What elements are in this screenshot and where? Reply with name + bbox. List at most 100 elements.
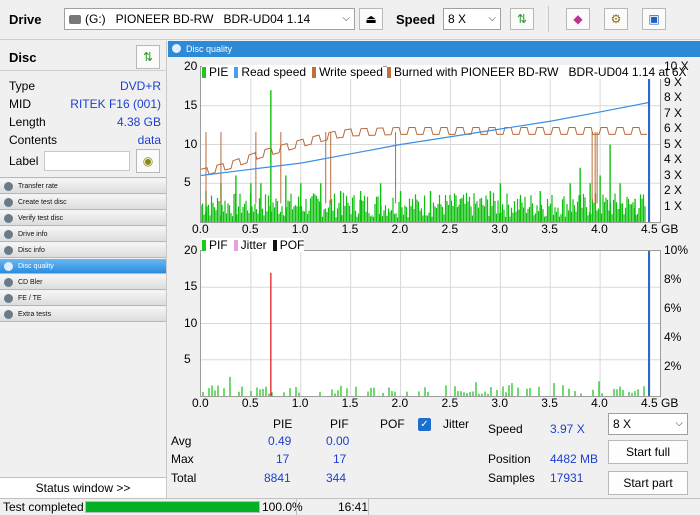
pie-chart-svg: [201, 67, 660, 222]
y-left-tick: 5: [184, 175, 191, 190]
disc-contents-value: data: [137, 133, 161, 147]
nav-item-verify-test-disc[interactable]: Verify test disc: [0, 211, 166, 226]
y-left-tick: 10: [184, 136, 198, 151]
y-left-tick: 15: [184, 97, 198, 112]
panel-title: Disc quality: [186, 44, 233, 54]
save-button[interactable]: ▣: [642, 8, 666, 30]
status-window-button[interactable]: Status window >>: [0, 477, 166, 498]
disc-label-input[interactable]: [44, 151, 130, 171]
legend-read-speed-swatch: [234, 66, 239, 78]
x-tick: 4.5 GB: [641, 222, 679, 236]
nav-item-extra-tests[interactable]: Extra tests: [0, 307, 166, 322]
y-right-tick: 7 X: [664, 105, 683, 120]
y-right-tick: 10%: [664, 243, 689, 257]
legend-pof-swatch: [272, 239, 277, 251]
y-right-tick: 8 X: [664, 90, 683, 104]
x-tick: 2.0: [391, 222, 409, 236]
y-right-tick: 5 X: [664, 136, 683, 151]
chart1-legend: PIE Read speed Write speed: [202, 65, 383, 79]
y-right-tick: 9 X: [664, 74, 683, 89]
nav-item-label: CD Bler: [18, 279, 43, 286]
stats-col-pif: PIF: [330, 417, 349, 431]
legend-read-speed-label: Read speed: [241, 65, 307, 79]
nav-item-drive-info[interactable]: Drive info: [0, 227, 166, 242]
nav-item-cd-bler[interactable]: CD Bler: [0, 275, 166, 290]
x-tick: 3.5: [541, 396, 558, 410]
legend-write-speed-label: Write speed: [319, 65, 383, 79]
y-right-tick: 2 X: [664, 183, 683, 197]
stats-avg-label: Avg: [171, 434, 192, 448]
test-speed-select[interactable]: 8 X ⌵: [608, 413, 688, 435]
test-speed-value: 8 X: [613, 417, 632, 431]
speed-label: Speed: [396, 12, 436, 27]
y-right-tick: 2%: [664, 359, 682, 373]
nav-item-label: Extra tests: [18, 311, 52, 318]
nav-item-label: FE / TE: [18, 295, 42, 302]
y-right-tick: 8%: [664, 272, 682, 286]
jitter-checkbox[interactable]: ✓: [418, 418, 431, 431]
jitter-label: Jitter: [443, 417, 470, 431]
x-tick: 1.0: [291, 222, 309, 236]
nav-item-transfer-rate[interactable]: Transfer rate: [0, 179, 166, 194]
y-right-tick: 1 X: [664, 198, 683, 213]
chart1-burn-legend: Burned with PIONEER BD-RW BDR-UD04 1.14 …: [387, 65, 687, 79]
disc-type-row: Type DVD+R: [9, 79, 161, 97]
divider: [296, 499, 297, 515]
legend-pif-swatch: [202, 239, 206, 251]
legend-pie-label: PIE: [209, 65, 229, 79]
disc-refresh-button[interactable]: ⇅: [136, 45, 160, 69]
erase-button[interactable]: ◆: [566, 8, 590, 30]
pie-chart-area: [200, 66, 661, 223]
cd-bler-icon: [4, 278, 13, 287]
fe-te-icon: [4, 294, 13, 303]
disc-length-key: Length: [9, 115, 46, 129]
stats-total-pie: 8841: [264, 471, 291, 485]
extra-tests-icon: [4, 310, 13, 319]
y-left-tick: 5: [184, 351, 191, 366]
progress-fill: [86, 502, 259, 512]
left-panel: Disc ⇅ Type DVD+R MID RITEK F16 (001) Le…: [0, 41, 167, 498]
disc-icon: ◉: [142, 154, 154, 168]
y-right-tick: 4%: [664, 330, 682, 344]
x-tick: 2.0: [391, 396, 409, 410]
disc-type-value: DVD+R: [119, 79, 161, 93]
nav-item-fe-te[interactable]: FE / TE: [0, 291, 166, 306]
speed-select[interactable]: 8 X ⌵: [443, 8, 501, 30]
drive-name: PIONEER BD-RW BDR-UD04 1.14: [115, 12, 311, 26]
refresh-icon: ⇅: [142, 50, 154, 64]
disc-length-row: Length 4.38 GB: [9, 115, 161, 133]
y-right-tick: 6 X: [664, 121, 683, 135]
disc-header: Disc: [9, 50, 37, 65]
eject-icon: ⏏: [365, 12, 377, 26]
disc-quality-icon: [172, 44, 181, 53]
disc-contents-key: Contents: [9, 133, 58, 147]
disc-mid-value: RITEK F16 (001): [70, 97, 161, 111]
refresh-speed-button[interactable]: ⇅: [510, 8, 534, 30]
stats-total-pif: 344: [326, 471, 347, 485]
legend-jitter-swatch: [233, 239, 238, 251]
refresh-icon: ⇅: [516, 12, 528, 26]
drive-icon: [69, 14, 81, 24]
speed-stat-label: Speed: [488, 422, 523, 436]
status-text: Test completed: [3, 500, 84, 514]
x-tick: 0.5: [241, 396, 259, 410]
settings-button[interactable]: ⚙: [604, 8, 628, 30]
x-tick: 0.0: [192, 222, 209, 236]
drive-select[interactable]: (G:) PIONEER BD-RW BDR-UD04 1.14 ⌵: [64, 8, 355, 30]
disc-length-value: 4.38 GB: [116, 115, 161, 129]
nav-item-label: Transfer rate: [18, 183, 58, 190]
chevron-down-icon: ⌵: [342, 13, 350, 24]
disc-label-key: Label: [9, 154, 39, 168]
start-full-button[interactable]: Start full: [608, 440, 688, 464]
legend-jitter-label: Jitter: [240, 238, 267, 252]
y-right-tick: 10 X: [664, 59, 689, 73]
chevron-down-icon: ⌵: [488, 13, 496, 24]
chart2-legend: PIF Jitter POF: [202, 238, 305, 252]
nav-item-create-test-disc[interactable]: Create test disc: [0, 195, 166, 210]
eject-button[interactable]: ⏏: [359, 8, 383, 30]
y-right-tick: 3 X: [664, 167, 683, 182]
disc-label-button[interactable]: ◉: [136, 149, 160, 173]
nav-item-disc-info[interactable]: Disc info: [0, 243, 166, 258]
start-part-button[interactable]: Start part: [608, 471, 688, 495]
nav-item-disc-quality[interactable]: Disc quality: [0, 259, 166, 274]
